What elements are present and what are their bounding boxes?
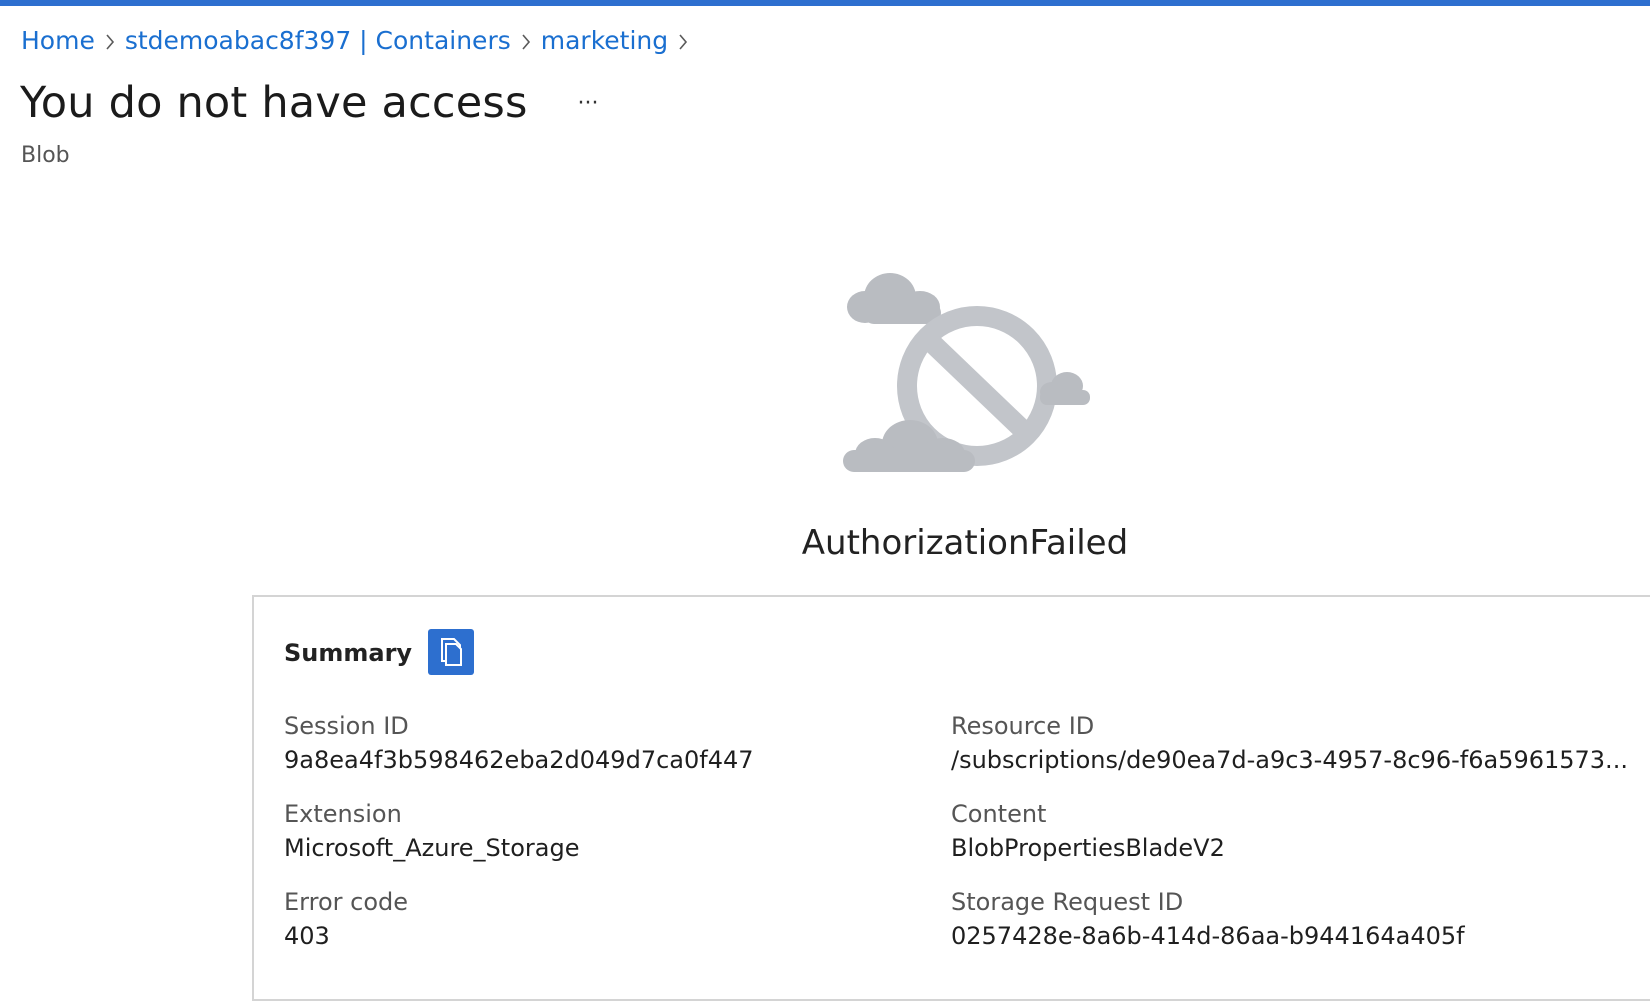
error-title: AuthorizationFailed <box>801 523 1129 563</box>
extension-value: Microsoft_Azure_Storage <box>284 834 580 862</box>
storage-request-id-field: Storage Request ID 0257428e-8a6b-414d-86… <box>951 885 1465 953</box>
chevron-right-icon <box>511 26 541 55</box>
breadcrumb-marketing[interactable]: marketing <box>541 26 668 55</box>
storage-request-id-value: 0257428e-8a6b-414d-86aa-b944164a405f <box>951 922 1465 950</box>
top-accent-bar <box>0 0 1650 6</box>
error-code-value: 403 <box>284 922 330 950</box>
resource-id-value: /subscriptions/de90ea7d-a9c3-4957-8c96-f… <box>951 746 1628 774</box>
no-access-cloud-icon <box>835 262 1095 496</box>
session-id-value: 9a8ea4f3b598462eba2d049d7ca0f447 <box>284 746 754 774</box>
chevron-right-icon <box>95 26 125 55</box>
summary-card: Summary Session ID 9a8ea4f3b598462eba2d0… <box>252 595 1650 1001</box>
more-options-button[interactable]: ··· <box>570 92 606 122</box>
breadcrumb-home[interactable]: Home <box>21 26 95 55</box>
page-title: You do not have access <box>20 78 528 128</box>
session-id-label: Session ID <box>284 712 409 740</box>
chevron-right-icon <box>668 26 698 55</box>
resource-id-field: Resource ID /subscriptions/de90ea7d-a9c3… <box>951 709 1628 777</box>
content-value: BlobPropertiesBladeV2 <box>951 834 1225 862</box>
breadcrumb: Home stdemoabac8f397 | Containers market… <box>21 26 698 55</box>
error-code-label: Error code <box>284 888 409 916</box>
breadcrumb-containers[interactable]: stdemoabac8f397 | Containers <box>125 26 511 55</box>
session-id-field: Session ID 9a8ea4f3b598462eba2d049d7ca0f… <box>284 709 754 777</box>
error-code-field: Error code 403 <box>284 885 408 953</box>
resource-id-label: Resource ID <box>951 712 1095 740</box>
content-label: Content <box>951 800 1047 828</box>
page-subtitle: Blob <box>21 143 70 168</box>
content-field: Content BlobPropertiesBladeV2 <box>951 797 1225 865</box>
summary-heading: Summary <box>284 639 413 667</box>
copy-icon[interactable] <box>428 629 474 675</box>
extension-label: Extension <box>284 800 402 828</box>
storage-request-id-label: Storage Request ID <box>951 888 1184 916</box>
extension-field: Extension Microsoft_Azure_Storage <box>284 797 579 865</box>
